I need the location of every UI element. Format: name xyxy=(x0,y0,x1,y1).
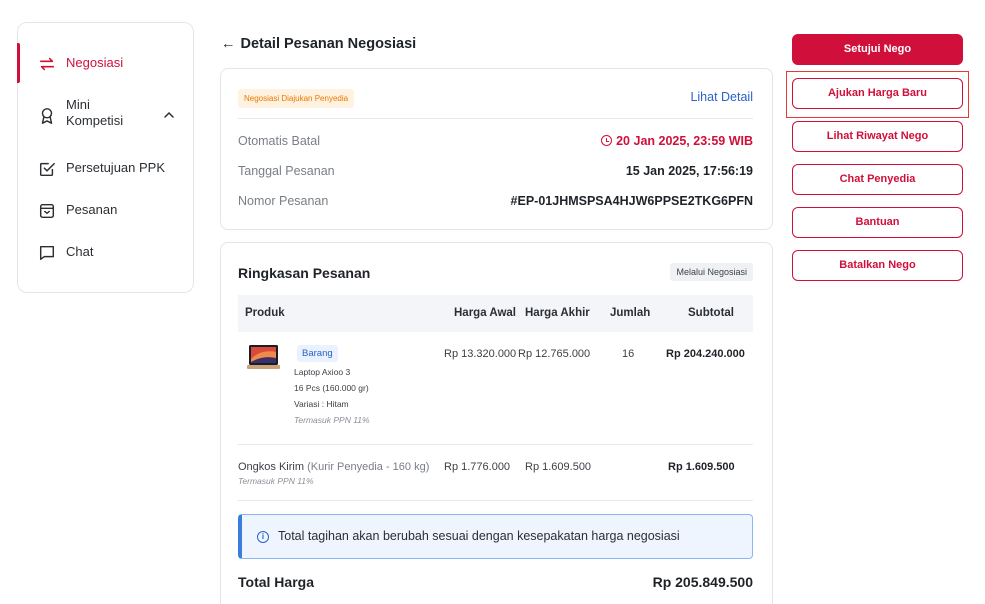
order-info-card: Negosiasi Diajukan Penyedia Lihat Detail… xyxy=(220,68,773,230)
harga-awal: Rp 13.320.000 xyxy=(444,348,517,360)
order-summary-card: Ringkasan Pesanan Melalui Negosiasi Prod… xyxy=(220,242,773,604)
award-icon xyxy=(41,108,53,124)
column-header: Produk xyxy=(245,307,285,319)
propose-new-price-button[interactable]: Ajukan Harga Baru xyxy=(792,78,963,109)
swap-arrows-icon xyxy=(39,57,55,71)
info-value-text: 20 Jan 2025, 23:59 WIB xyxy=(616,134,753,148)
shipping-courier: (Kurir Penyedia - 160 kg) xyxy=(307,461,430,473)
total-value: Rp 205.849.500 xyxy=(652,574,753,590)
sidebar-label-line2: Kompetisi xyxy=(66,113,124,128)
shipping-label: Ongkos Kirim (Kurir Penyedia - 160 kg) xyxy=(238,461,429,473)
total-label: Total Harga xyxy=(238,574,314,590)
info-icon: i xyxy=(257,531,269,543)
checkbox-icon xyxy=(39,162,55,177)
column-header: Subtotal xyxy=(688,307,734,319)
info-value: 20 Jan 2025, 23:59 WIB xyxy=(601,134,753,148)
sidebar-item-label: Mini Kompetisi xyxy=(66,97,123,129)
info-label: Tanggal Pesanan xyxy=(238,164,335,178)
jumlah: 16 xyxy=(622,348,635,360)
shipping-tax-note: Termasuk PPN 11% xyxy=(238,476,314,486)
status-badge: Negosiasi Diajukan Penyedia xyxy=(238,89,355,108)
sidebar-label-line1: Mini xyxy=(66,97,90,112)
back-arrow-icon[interactable]: ← xyxy=(221,36,236,52)
column-header: Harga Awal xyxy=(454,307,516,319)
chevron-up-icon[interactable] xyxy=(163,109,175,121)
sidebar-item-label: Negosiasi xyxy=(66,55,124,70)
info-note-text: Total tagihan akan berubah sesuai dengan… xyxy=(278,529,680,543)
column-header: Jumlah xyxy=(610,307,651,319)
sidebar: Negosiasi Mini Kompetisi Persetujuan PPK… xyxy=(17,22,194,293)
product-name[interactable]: Laptop Axioo 3 xyxy=(294,367,350,377)
summary-title: Ringkasan Pesanan xyxy=(238,265,371,281)
shipping-label-text: Ongkos Kirim xyxy=(238,461,305,473)
see-detail-link[interactable]: Lihat Detail xyxy=(690,90,753,104)
product-thumbnail[interactable] xyxy=(247,343,280,377)
divider xyxy=(238,444,753,445)
harga-akhir: Rp 12.765.000 xyxy=(518,348,591,360)
product-variant: Variasi : Hitam xyxy=(294,399,349,409)
info-note: i Total tagihan akan berubah sesuai deng… xyxy=(238,514,753,559)
info-value: 15 Jan 2025, 17:56:19 xyxy=(625,164,753,178)
chat-provider-button[interactable]: Chat Penyedia xyxy=(792,164,963,195)
sidebar-item-label: Persetujuan PPK xyxy=(66,160,166,175)
negotiation-badge: Melalui Negosiasi xyxy=(670,263,753,281)
view-nego-history-button[interactable]: Lihat Riwayat Nego xyxy=(792,121,963,152)
info-label: Nomor Pesanan xyxy=(238,194,329,208)
approve-nego-button[interactable]: Setujui Nego xyxy=(792,34,963,65)
chat-bubble-icon xyxy=(39,245,55,261)
page-title: ← Detail Pesanan Negosiasi xyxy=(221,36,416,52)
page-title-text: Detail Pesanan Negosiasi xyxy=(240,36,417,52)
product-type-tag: Barang xyxy=(297,345,338,362)
cancel-nego-button[interactable]: Batalkan Nego xyxy=(792,250,963,281)
column-header: Harga Akhir xyxy=(525,307,590,319)
clock-icon xyxy=(601,135,613,146)
info-label: Otomatis Batal xyxy=(238,134,320,148)
help-button[interactable]: Bantuan xyxy=(792,207,963,238)
divider xyxy=(238,500,753,501)
package-icon xyxy=(39,203,55,219)
sidebar-item-label: Pesanan xyxy=(66,202,118,217)
subtotal: Rp 204.240.000 xyxy=(666,348,745,360)
sidebar-item-label: Chat xyxy=(66,244,94,259)
divider xyxy=(238,118,753,119)
product-qty-weight: 16 Pcs (160.000 gr) xyxy=(294,383,369,393)
info-value: #EP-01JHMSPSA4HJW6PPSE2TKG6PFN xyxy=(510,194,753,208)
product-tax-note: Termasuk PPN 11% xyxy=(294,415,370,425)
table-header: Produk Harga Awal Harga Akhir Jumlah Sub… xyxy=(238,295,753,332)
shipping-harga-awal: Rp 1.776.000 xyxy=(444,461,511,473)
shipping-harga-akhir: Rp 1.609.500 xyxy=(525,461,592,473)
shipping-subtotal: Rp 1.609.500 xyxy=(668,461,735,473)
